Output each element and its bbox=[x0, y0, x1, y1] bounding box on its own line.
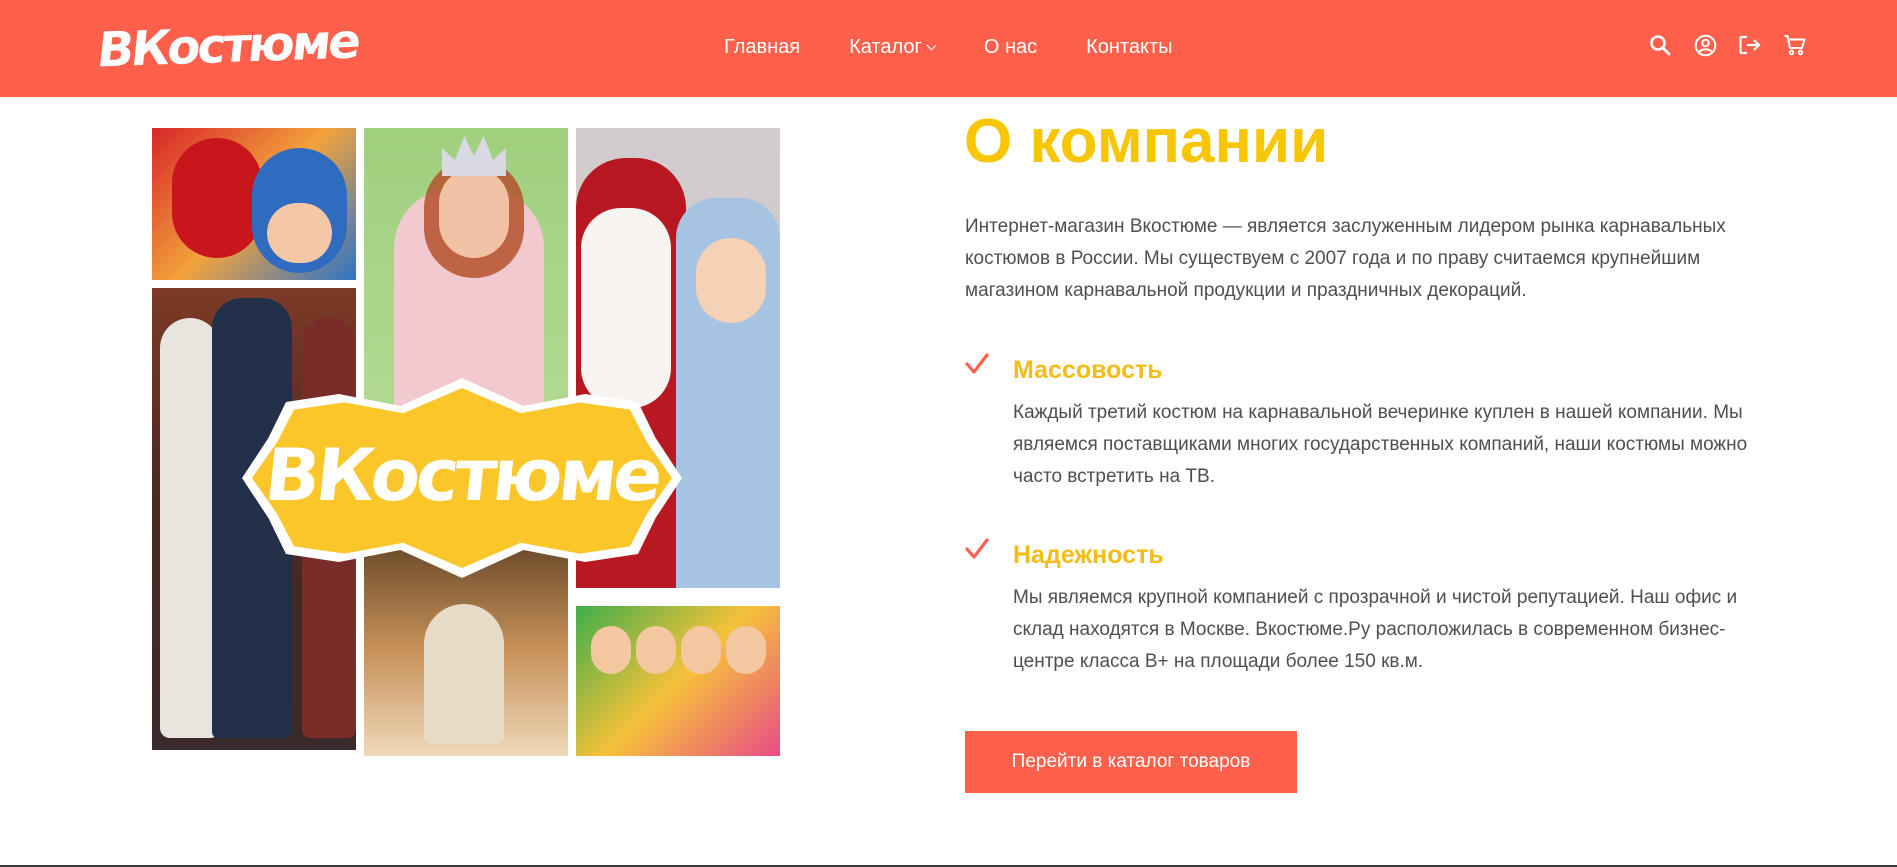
check-icon bbox=[965, 538, 989, 560]
account-icon[interactable] bbox=[1693, 33, 1717, 57]
check-icon bbox=[965, 353, 989, 375]
nav-item-home[interactable]: Главная bbox=[724, 36, 800, 59]
nav-item-label: Контакты bbox=[1086, 35, 1173, 58]
nav-item-contacts[interactable]: Контакты bbox=[1086, 36, 1172, 59]
feature-title-massovost: Массовость bbox=[1013, 356, 1163, 384]
header-actions bbox=[1648, 33, 1807, 57]
nav-item-label: О нас bbox=[983, 35, 1038, 58]
nav-item-catalog[interactable]: Каталог bbox=[849, 35, 937, 59]
search-icon[interactable] bbox=[1648, 33, 1672, 57]
feature-text-massovost: Каждый третий костюм на карнавальной веч… bbox=[1013, 402, 1748, 487]
about-collage-image: ВКостюме bbox=[152, 128, 780, 756]
brand-badge-text: ВКостюме bbox=[260, 433, 664, 517]
logout-icon[interactable] bbox=[1738, 33, 1762, 57]
site-header: ВКостюме Главная Каталог О нас Контакты bbox=[0, 0, 1897, 97]
nav-item-about[interactable]: О нас bbox=[984, 36, 1037, 59]
brand-badge: ВКостюме bbox=[242, 378, 682, 578]
chevron-down-icon bbox=[926, 40, 937, 50]
collage-photo-kids-party bbox=[576, 606, 780, 756]
main-nav: Главная Каталог О нас Контакты bbox=[724, 34, 1173, 60]
about-intro-text: Интернет-магазин Вкостюме — является зас… bbox=[965, 216, 1726, 301]
nav-item-label: Каталог bbox=[849, 35, 922, 58]
page-title: О компании bbox=[964, 107, 1329, 176]
feature-title-nadezhnost: Надежность bbox=[1013, 541, 1164, 569]
go-to-catalog-button[interactable]: Перейти в каталог товаров bbox=[965, 731, 1297, 793]
site-logo[interactable]: ВКостюме bbox=[94, 11, 361, 80]
nav-item-label: Главная bbox=[724, 35, 801, 58]
cart-icon[interactable] bbox=[1783, 33, 1807, 57]
collage-photo-superheroes bbox=[152, 128, 356, 280]
feature-text-nadezhnost: Мы являемся крупной компанией с прозрачн… bbox=[1013, 587, 1738, 672]
